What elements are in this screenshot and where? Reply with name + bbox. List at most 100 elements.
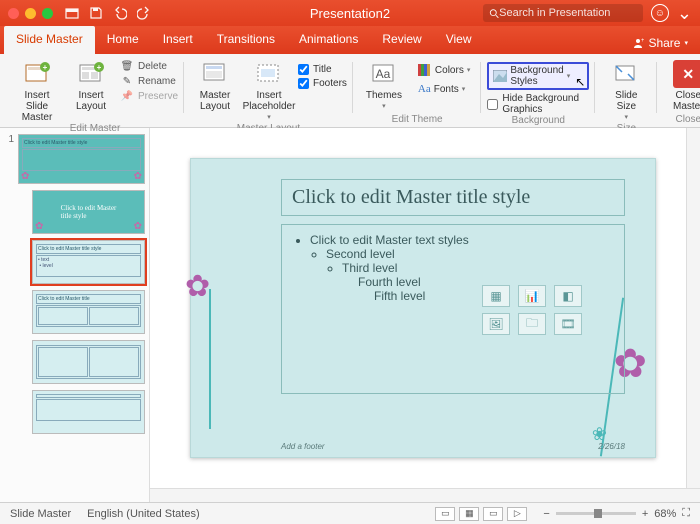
svg-text:Aa: Aa (376, 67, 391, 81)
zoom-control: − + 68% ⛶ (543, 507, 690, 520)
home-icon[interactable] (63, 4, 81, 22)
vertical-scrollbar[interactable] (686, 128, 700, 488)
search-input[interactable] (499, 7, 637, 19)
minimize-window-icon[interactable] (25, 8, 36, 19)
cursor-icon: ↖ (575, 75, 585, 89)
background-styles-dropdown[interactable]: Background Styles▾ ↖ (487, 62, 589, 90)
zoom-level[interactable]: 68% (654, 508, 676, 520)
group-background: Background Styles▾ ↖ Hide Background Gra… (481, 58, 595, 127)
thumbnail-pane[interactable]: 1 Click to edit Master title style Click… (0, 128, 150, 502)
zoom-slider[interactable] (556, 512, 636, 515)
title-checkbox[interactable]: Title (298, 64, 347, 75)
title-placeholder[interactable]: Click to edit Master title style (281, 179, 625, 216)
content-placeholder-icons: ▦ 📊 ◧ 🖼 🗀 🎞 (482, 285, 584, 335)
slide: ✿ ✿ ❀ Click to edit Master title style C… (190, 158, 656, 458)
normal-view-icon[interactable]: ▭ (435, 507, 455, 521)
feedback-icon[interactable]: ☺ (651, 4, 669, 22)
layout-thumbnail[interactable] (32, 340, 145, 384)
table-icon[interactable]: ▦ (482, 285, 510, 307)
group-master-layout: Master Layout Insert Placeholder▾ Title … (184, 58, 353, 127)
preserve-button[interactable]: 📌Preserve (120, 90, 178, 102)
zoom-in-button[interactable]: + (642, 508, 648, 520)
layout-thumbnail[interactable]: Click to edit Master title (32, 290, 145, 334)
insert-layout-button[interactable]: + Insert Layout (66, 58, 116, 112)
sorter-view-icon[interactable]: ▦ (459, 507, 479, 521)
tab-review[interactable]: Review (370, 26, 433, 54)
delete-icon: 🗑 (120, 60, 134, 72)
hide-bg-graphics-checkbox[interactable]: Hide Background Graphics (487, 93, 589, 115)
preserve-icon: 📌 (120, 90, 134, 102)
layout-thumbnail[interactable]: Click to edit Mastertitle style (32, 190, 145, 234)
insert-placeholder-button[interactable]: Insert Placeholder▾ (244, 58, 294, 123)
tab-transitions[interactable]: Transitions (205, 26, 287, 54)
tab-view[interactable]: View (434, 26, 484, 54)
group-size: Slide Size▾ Size (595, 58, 657, 127)
master-thumbnail[interactable]: Click to edit Master title style (18, 134, 145, 184)
fonts-dropdown[interactable]: AaFonts▾ (413, 81, 475, 97)
online-picture-icon[interactable]: 🗀 (518, 313, 546, 335)
video-icon[interactable]: 🎞 (554, 313, 582, 335)
themes-button[interactable]: Aa Themes▾ (359, 58, 409, 112)
slide-canvas[interactable]: ✿ ✿ ❀ Click to edit Master title style C… (150, 128, 686, 488)
group-label: Close (676, 114, 700, 127)
colors-dropdown[interactable]: Colors▾ (413, 62, 475, 78)
zoom-out-button[interactable]: − (543, 508, 549, 520)
window-controls (8, 8, 53, 19)
svg-text:+: + (97, 63, 102, 72)
layout-thumbnail[interactable] (32, 390, 145, 434)
insert-slide-master-button[interactable]: + Insert Slide Master (12, 58, 62, 123)
share-icon: + (632, 37, 644, 49)
view-buttons: ▭ ▦ ▭ ▷ (435, 507, 527, 521)
chart-icon[interactable]: 📊 (518, 285, 546, 307)
group-close: ✕ Close Master Close (657, 58, 700, 127)
rename-button[interactable]: ✎Rename (120, 75, 178, 87)
rename-icon: ✎ (120, 75, 134, 87)
thumb-number: 1 (4, 134, 14, 184)
main-area: 1 Click to edit Master title style Click… (0, 128, 700, 502)
horizontal-scrollbar[interactable] (150, 488, 700, 502)
close-window-icon[interactable] (8, 8, 19, 19)
master-layout-button[interactable]: Master Layout (190, 58, 240, 112)
undo-icon[interactable] (111, 4, 129, 22)
reading-view-icon[interactable]: ▭ (483, 507, 503, 521)
tab-home[interactable]: Home (95, 26, 151, 54)
tab-animations[interactable]: Animations (287, 26, 370, 54)
delete-button[interactable]: 🗑Delete (120, 60, 178, 72)
titlebar: Presentation2 ☺ ⌄ (0, 0, 700, 26)
footer-placeholder[interactable]: Add a footer (281, 442, 325, 451)
search-box[interactable] (483, 4, 643, 22)
redo-icon[interactable] (135, 4, 153, 22)
layout-thumbnail[interactable]: Click to edit Master title style• text •… (32, 240, 145, 284)
slideshow-view-icon[interactable]: ▷ (507, 507, 527, 521)
group-edit-theme: Aa Themes▾ Colors▾ AaFonts▾ Edit Theme (353, 58, 481, 127)
body-placeholder[interactable]: Click to edit Master text styles Second … (281, 224, 625, 394)
smartart-icon[interactable]: ◧ (554, 285, 582, 307)
share-button[interactable]: + Share ▾ (620, 26, 700, 54)
zoom-window-icon[interactable] (42, 8, 53, 19)
tab-slide-master[interactable]: Slide Master (4, 26, 95, 54)
ribbon: + Insert Slide Master + Insert Layout 🗑D… (0, 54, 700, 128)
slide-size-button[interactable]: Slide Size▾ (601, 58, 651, 123)
colors-icon (418, 64, 432, 76)
group-edit-master: + Insert Slide Master + Insert Layout 🗑D… (6, 58, 184, 127)
fit-to-window-icon[interactable]: ⛶ (682, 507, 690, 520)
window-title: Presentation2 (310, 6, 390, 21)
date-placeholder[interactable]: 2/26/18 (598, 442, 625, 451)
status-language[interactable]: English (United States) (87, 508, 200, 520)
group-label: Background (512, 115, 565, 128)
picture-icon[interactable]: 🖼 (482, 313, 510, 335)
footers-checkbox[interactable]: Footers (298, 78, 347, 89)
quick-access-toolbar (63, 4, 153, 22)
search-icon (489, 8, 499, 19)
close-master-button[interactable]: ✕ Close Master (663, 58, 700, 112)
status-bar: Slide Master English (United States) ▭ ▦… (0, 502, 700, 524)
background-styles-icon (493, 70, 507, 82)
flower-decoration-icon: ✿ (185, 269, 210, 304)
svg-text:+: + (641, 38, 644, 44)
help-dropdown-icon[interactable]: ⌄ (677, 3, 692, 24)
tab-insert[interactable]: Insert (151, 26, 205, 54)
fonts-icon: Aa (418, 83, 431, 95)
group-label: Edit Theme (392, 114, 443, 127)
save-icon[interactable] (87, 4, 105, 22)
status-mode: Slide Master (10, 508, 71, 520)
